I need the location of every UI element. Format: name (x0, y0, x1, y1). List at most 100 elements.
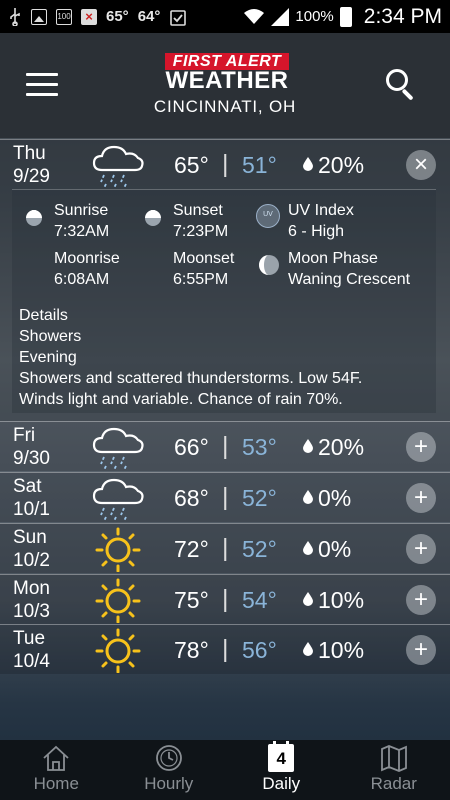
day-name: Tue (13, 628, 46, 649)
sunset-time: 7:23PM (173, 223, 229, 240)
forecast-detail-text: Details Showers Evening Showers and scat… (19, 305, 362, 410)
bottom-navigation: Home Hourly 4 Daily Radar (0, 740, 450, 800)
day-name: Fri (13, 425, 36, 446)
nav-radar-label: Radar (370, 774, 417, 793)
sunrise-icon (22, 204, 46, 228)
high-temp: 72° (174, 536, 209, 562)
day-name: Thu (13, 143, 46, 164)
day-name: Sun (13, 527, 47, 548)
day-name: Sat (13, 476, 42, 497)
moonrise-block: Moonrise 6:08AM (54, 248, 120, 290)
high-temp: 66° (174, 434, 209, 460)
sunrise-time: 7:32AM (54, 223, 110, 240)
day-name: Mon (13, 578, 50, 599)
day-date: 9/30 (13, 448, 50, 469)
moonrise-time: 6:08AM (54, 271, 110, 288)
expand-button[interactable]: + (406, 432, 436, 462)
search-icon (386, 69, 408, 91)
details-heading: Details (19, 307, 68, 324)
precip-chance: 10% (318, 637, 365, 663)
precip-chance: 10% (318, 587, 365, 613)
sunrise-block: Sunrise 7:32AM (54, 200, 109, 242)
moonset-icon (148, 255, 158, 275)
expand-button[interactable]: + (406, 635, 436, 665)
low-temp: 52° (242, 485, 277, 511)
moon-phase-value: Waning Crescent (288, 271, 411, 288)
hamburger-icon (26, 73, 58, 76)
battery-percent: 100% (295, 8, 334, 25)
uv-block: UV Index 6 - High (288, 200, 354, 242)
status-temp-current: 65° (106, 8, 129, 25)
location-label[interactable]: CINCINNATI, OH (0, 97, 450, 117)
nav-hourly[interactable]: Hourly (113, 740, 226, 800)
moonset-time: 6:55PM (173, 271, 229, 288)
day-date: 10/2 (13, 550, 50, 571)
signal-icon (271, 7, 290, 26)
day-date: 10/1 (13, 499, 50, 520)
forecast-row[interactable]: Fri 9/30 66° | 53° 20% + (0, 421, 450, 471)
nav-home-label: Home (33, 774, 79, 793)
forecast-row[interactable]: Thu 9/29 65° | 51° 20% × (0, 139, 450, 189)
sunset-label: Sunset (173, 202, 223, 219)
showers-icon (90, 475, 146, 522)
temp-separator: | (222, 635, 229, 663)
collapse-button[interactable]: × (406, 150, 436, 180)
forecast-row[interactable]: Tue 10/4 78° | 56° 10% + (0, 624, 450, 674)
uv-value: 6 - High (288, 223, 345, 240)
forecast-row[interactable]: Sat 10/1 68° | 52° 0% + (0, 472, 450, 522)
precip-chance: 20% (318, 434, 365, 460)
sun-icon (90, 526, 146, 573)
expand-button[interactable]: + (406, 534, 436, 564)
day-date: 10/3 (13, 601, 50, 622)
uv-label: UV Index (288, 202, 354, 219)
temp-separator: | (222, 534, 229, 562)
high-temp: 65° (174, 152, 209, 178)
expand-button[interactable]: + (406, 483, 436, 513)
showers-icon (90, 142, 146, 189)
low-temp: 54° (242, 587, 277, 613)
expand-button[interactable]: + (406, 585, 436, 615)
logo-bottom: WEATHER (165, 67, 289, 94)
sun-icon (90, 627, 146, 674)
precip-chance: 20% (318, 152, 365, 178)
nav-daily[interactable]: 4 Daily (225, 740, 338, 800)
sunset-block: Sunset 7:23PM (173, 200, 228, 242)
status-temp-feels: 64° (137, 8, 161, 25)
low-temp: 53° (242, 434, 277, 460)
sunrise-label: Sunrise (54, 202, 109, 219)
search-button[interactable] (386, 69, 416, 101)
search-icon-handle (401, 88, 414, 101)
precip-chance: 0% (318, 485, 352, 511)
status-bar: 100 × 65° 64° 100% 2:34 PM (0, 0, 450, 33)
moonrise-icon (29, 255, 39, 275)
moonrise-label: Moonrise (54, 250, 120, 267)
wifi-icon (244, 8, 265, 24)
nav-radar[interactable]: Radar (338, 740, 450, 800)
forecast-row[interactable]: Mon 10/3 75° | 54° 10% + (0, 574, 450, 624)
moonset-block: Moonset 6:55PM (173, 248, 234, 290)
details-card: Sunrise 7:32AM Sunset 7:23PM UV UV Index… (12, 189, 436, 413)
low-temp: 52° (242, 536, 277, 562)
raindrop-icon (303, 642, 313, 656)
temp-separator: | (222, 585, 229, 613)
details-period: Evening (19, 349, 77, 366)
forecast-row[interactable]: Sun 10/2 72° | 52° 0% + (0, 523, 450, 573)
details-description-line-1: Showers and scattered thunderstorms. Low… (19, 370, 363, 387)
app-header: FIRST ALERT WEATHER CINCINNATI, OH (0, 33, 450, 138)
raindrop-icon (303, 490, 313, 504)
raindrop-icon (303, 157, 313, 171)
nav-hourly-label: Hourly (144, 774, 194, 793)
battery-icon (339, 6, 352, 27)
temp-separator: | (222, 483, 229, 511)
showers-icon (90, 424, 146, 471)
hamburger-line (26, 83, 58, 86)
sunset-icon (141, 204, 165, 228)
calendar-icon: 4 (268, 741, 295, 772)
menu-button[interactable] (26, 73, 58, 97)
moon-phase-label: Moon Phase (288, 250, 378, 267)
status-time: 2:34 PM (363, 4, 442, 28)
raindrop-icon (303, 592, 313, 606)
nav-home[interactable]: Home (0, 740, 113, 800)
moon-phase-block: Moon Phase Waning Crescent (288, 248, 410, 290)
low-temp: 51° (242, 152, 277, 178)
